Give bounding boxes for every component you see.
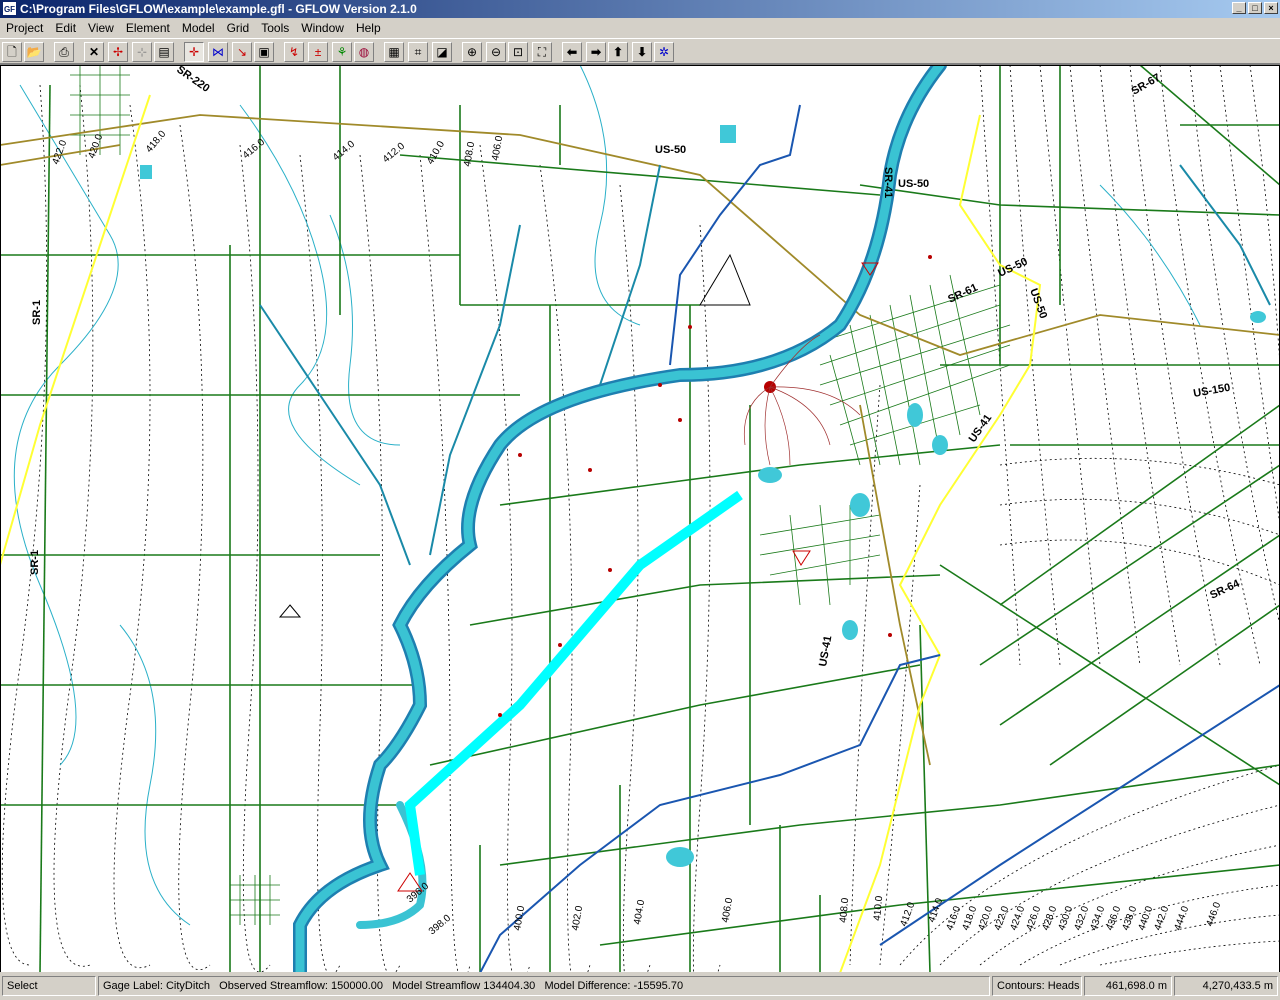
toolbar: 🗋 📂 ⎙ ✕ ✢ ⊹ ▤ ✛ ⋈ ↘ ▣ ↯ ± ⚘ ◍ ▦ ⌗ ◪ ⊕ ⊖ … [0,38,1280,64]
well-icon[interactable]: ✛ [184,42,204,62]
head-specified-icon[interactable]: ↘ [232,42,252,62]
open-folder-icon[interactable]: 📂 [24,42,44,62]
pan-left-icon[interactable]: ⬅ [562,42,582,62]
road-label: SR-1 [29,550,41,575]
new-file-icon[interactable]: 🗋 [2,42,22,62]
svg-text:418.0: 418.0 [144,128,169,155]
menu-project[interactable]: Project [0,21,49,35]
inhomogeneity-icon[interactable]: ▣ [254,42,274,62]
title-bar: GF C:\Program Files\GFLOW\example\exampl… [0,0,1280,18]
close-button[interactable]: × [1264,2,1278,14]
menu-tools[interactable]: Tools [255,21,295,35]
status-bar: Select Gage Label: CityDitch Observed St… [0,972,1280,1000]
road-label: US-41 [817,635,834,668]
railroads [0,114,1280,766]
menu-model[interactable]: Model [176,21,221,35]
svg-text:416.0: 416.0 [241,137,268,162]
svg-text:398.0: 398.0 [427,913,454,938]
svg-text:406.0: 406.0 [720,897,735,924]
contour-icon[interactable]: ◪ [432,42,452,62]
minimize-button[interactable]: _ [1232,2,1246,14]
svg-text:410.0: 410.0 [425,139,447,167]
roads [0,65,1280,972]
maximize-button[interactable]: □ [1248,2,1262,14]
line-sink-icon[interactable]: ⋈ [208,42,228,62]
grid-icon[interactable]: ⌗ [408,42,428,62]
spreadsheet-icon[interactable]: ▦ [384,42,404,62]
status-contours: Contours: Heads [992,976,1082,996]
move-vertex-icon[interactable]: ✢ [108,42,128,62]
menu-help[interactable]: Help [350,21,387,35]
status-x-coordinate: 461,698.0 m [1084,976,1172,996]
svg-text:420.0: 420.0 [86,132,105,160]
observed-streamflow: Observed Streamflow: 150000.00 [219,980,384,992]
menu-element[interactable]: Element [120,21,176,35]
model-streamflow: Model Streamflow 134404.30 [392,980,536,992]
road-label: US-50 [1027,287,1049,320]
map-frame [0,65,1280,972]
svg-text:408.0: 408.0 [462,141,477,168]
menu-grid[interactable]: Grid [221,21,256,35]
add-vertex-icon[interactable]: ⊹ [132,42,152,62]
road-label: US-150 [1192,382,1231,400]
contour-labels: 422.0 420.0 418.0 416.0 414.0 412.0 410.… [50,128,1223,937]
road-label: US-50 [655,144,686,156]
road-label: SR-220 [174,65,211,95]
svg-text:414.0: 414.0 [331,139,358,164]
road-label: US-50 [898,178,929,190]
gage-label: Gage Label: CityDitch [103,980,210,992]
center-icon[interactable]: ✲ [654,42,674,62]
svg-text:412.0: 412.0 [381,141,408,166]
svg-text:406.0: 406.0 [490,135,505,162]
svg-text:402.0: 402.0 [570,905,585,932]
svg-text:444.0: 444.0 [1172,904,1191,932]
road-label: SR-61 [946,282,979,306]
gage-icon[interactable]: ± [308,42,328,62]
road-label: SR-67 [1130,72,1163,98]
svg-text:446.0: 446.0 [1204,900,1223,928]
map-canvas[interactable]: SR-220 US-50 SR-1 SR-1 US-50 SR-41 SR-61… [0,64,1280,972]
trace-pathline-icon[interactable]: ↯ [284,42,304,62]
model-difference: Model Difference: -15595.70 [544,980,684,992]
zoom-window-icon[interactable]: ⊡ [508,42,528,62]
print-icon[interactable]: ⎙ [54,42,74,62]
svg-text:414.0: 414.0 [926,896,945,924]
pan-right-icon[interactable]: ➡ [586,42,606,62]
delete-icon[interactable]: ✕ [84,42,104,62]
streams [13,65,1201,926]
zoom-out-icon[interactable]: ⊖ [486,42,506,62]
status-gage-info: Gage Label: CityDitch Observed Streamflo… [98,976,990,996]
app-icon[interactable]: GF [2,1,17,16]
map-drawing: SR-220 US-50 SR-1 SR-1 US-50 SR-41 SR-61… [0,65,1280,972]
zoom-extents-icon[interactable]: ⛶ [532,42,552,62]
status-mode: Select [2,976,96,996]
pan-down-icon[interactable]: ⬇ [632,42,652,62]
head-contours [1,65,1280,972]
menu-edit[interactable]: Edit [49,21,82,35]
window-title: C:\Program Files\GFLOW\example\example.g… [20,2,417,16]
pan-up-icon[interactable]: ⬆ [608,42,628,62]
status-y-coordinate: 4,270,433.5 m [1174,976,1278,996]
svg-text:410.0: 410.0 [872,895,885,921]
zoom-in-icon[interactable]: ⊕ [462,42,482,62]
menu-view[interactable]: View [82,21,120,35]
road-label: US-50 [996,256,1029,280]
menu-window[interactable]: Window [295,21,350,35]
svg-text:408.0: 408.0 [838,897,851,923]
test-point-icon[interactable]: ⚘ [332,42,352,62]
run-solver-icon[interactable]: ◍ [354,42,374,62]
svg-text:404.0: 404.0 [632,899,647,926]
menu-bar: Project Edit View Element Model Grid Too… [0,18,1280,37]
svg-text:400.0: 400.0 [512,905,527,932]
properties-icon[interactable]: ▤ [154,42,174,62]
road-label: SR-41 [882,167,894,198]
road-label: SR-1 [31,300,43,325]
